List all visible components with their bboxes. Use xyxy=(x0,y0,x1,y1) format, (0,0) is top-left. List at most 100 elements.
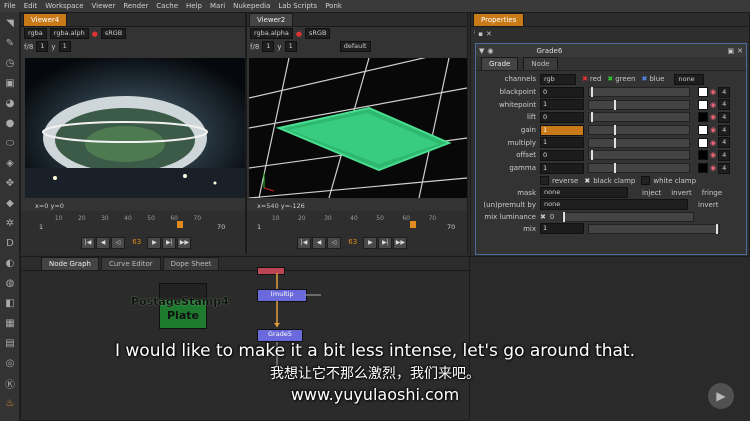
last-frame-icon[interactable]: ▶▶ xyxy=(177,237,192,249)
prev-frame-icon[interactable]: ◀ xyxy=(96,237,110,249)
arrow-icon[interactable]: ◥ xyxy=(3,16,17,30)
channel-count[interactable]: 4 xyxy=(718,124,731,136)
menu-file[interactable]: File xyxy=(0,2,20,10)
frame-field[interactable]: 1 xyxy=(36,41,49,52)
next-frame-icon[interactable]: ▶| xyxy=(378,237,393,249)
param-field[interactable]: 1 xyxy=(540,137,584,149)
particles-icon[interactable]: ✲ xyxy=(3,216,17,230)
time-clock-icon[interactable]: ◷ xyxy=(3,56,17,70)
slider-thumb[interactable] xyxy=(591,112,593,123)
play-back-icon[interactable]: ◁ xyxy=(111,237,125,249)
play-forward-icon[interactable]: ▶ xyxy=(363,237,378,249)
menu-mari[interactable]: Mari xyxy=(206,2,229,10)
merge-icon[interactable]: ◈ xyxy=(3,156,17,170)
frame-field[interactable]: 1 xyxy=(262,41,275,52)
white-clamp-checkbox[interactable] xyxy=(641,176,651,185)
param-field[interactable]: 1 xyxy=(540,162,584,174)
red-check-icon[interactable]: ✖ xyxy=(582,75,588,83)
param-field[interactable]: 0 xyxy=(540,149,584,161)
mix-luminance-slider[interactable] xyxy=(562,211,695,222)
fringe-label[interactable]: fringe xyxy=(702,189,722,197)
playhead-icon[interactable] xyxy=(409,221,416,228)
mix-slider[interactable] xyxy=(588,223,720,234)
color-swatch-icon[interactable] xyxy=(698,99,708,110)
menu-viewer[interactable]: Viewer xyxy=(88,2,120,10)
viewer2-image[interactable] xyxy=(249,58,467,198)
tab-node[interactable]: Node xyxy=(523,57,558,70)
menu-workspace[interactable]: Workspace xyxy=(41,2,87,10)
color-wheel-icon[interactable]: ◉ xyxy=(710,139,716,147)
black-clamp-checkbox[interactable]: ✖ xyxy=(584,177,590,185)
color-wheel-icon[interactable]: ◉ xyxy=(710,113,716,121)
play-overlay-icon[interactable]: ▶ xyxy=(708,383,734,409)
close-icon[interactable]: ✕ xyxy=(737,47,743,55)
first-frame-icon[interactable]: |◀ xyxy=(81,237,95,249)
next-frame-icon[interactable]: ▶| xyxy=(162,237,177,249)
current-frame[interactable]: 63 xyxy=(128,238,145,246)
fstop-label[interactable]: f/8 xyxy=(250,43,259,51)
slider-thumb[interactable] xyxy=(614,137,616,148)
menu-render[interactable]: Render xyxy=(119,2,152,10)
inject-label[interactable]: inject xyxy=(642,189,661,197)
paint-brush-icon[interactable]: ✎ xyxy=(3,36,17,50)
param-slider[interactable] xyxy=(588,125,690,136)
filter-icon[interactable]: ● xyxy=(3,116,17,130)
timeline-ruler[interactable]: 10 20 30 40 50 60 70 xyxy=(51,215,205,229)
param-slider[interactable] xyxy=(588,137,690,148)
last-frame-icon[interactable]: ▶▶ xyxy=(393,237,408,249)
transform-icon[interactable]: ✥ xyxy=(3,176,17,190)
color-wheel-icon[interactable]: ◉ xyxy=(710,164,716,172)
layer-dropdown[interactable]: rgba.alph xyxy=(49,28,89,39)
tab-dope-sheet[interactable]: Dope Sheet xyxy=(162,257,220,270)
slider-thumb[interactable] xyxy=(614,125,616,136)
slider-thumb[interactable] xyxy=(614,99,616,110)
reverse-checkbox[interactable] xyxy=(540,176,549,185)
green-check-icon[interactable]: ✖ xyxy=(607,75,613,83)
multiply-node[interactable]: (multip xyxy=(257,289,307,302)
param-slider[interactable] xyxy=(588,99,690,110)
color-swatch-icon[interactable] xyxy=(698,137,708,148)
color-swatch-icon[interactable] xyxy=(698,87,708,98)
lock-icon[interactable]: ▪ xyxy=(478,30,483,38)
slider-thumb[interactable] xyxy=(591,87,593,98)
color-wheel-icon[interactable]: ◉ xyxy=(710,151,716,159)
alpha-dropdown[interactable]: none xyxy=(674,73,705,85)
3d-icon[interactable]: ◆ xyxy=(3,196,17,210)
channel-count[interactable]: 4 xyxy=(718,111,731,123)
channel-count[interactable]: 4 xyxy=(718,99,731,111)
tab-grade[interactable]: Grade xyxy=(481,57,519,70)
menu-help[interactable]: Help xyxy=(182,2,206,10)
first-frame-icon[interactable]: |◀ xyxy=(297,237,311,249)
channels-dropdown[interactable]: rgb xyxy=(540,73,576,85)
float-icon[interactable]: ▣ xyxy=(728,47,735,55)
param-field[interactable]: 0 xyxy=(540,111,584,123)
other-icon[interactable]: ▦ xyxy=(3,316,17,330)
clear-icon[interactable]: ✕ xyxy=(486,30,492,38)
menu-ponk[interactable]: Ponk xyxy=(321,2,346,10)
fstop-label[interactable]: f/8 xyxy=(24,43,33,51)
color-wheel-icon[interactable]: ◉ xyxy=(710,101,716,109)
prev-frame-icon[interactable]: ◀ xyxy=(312,237,326,249)
color-swatch-icon[interactable] xyxy=(698,112,708,123)
mix-field[interactable]: 1 xyxy=(540,223,584,234)
color-swatch-icon[interactable] xyxy=(698,150,708,161)
color-swatch-icon[interactable] xyxy=(698,125,708,136)
y-field[interactable]: 1 xyxy=(58,41,71,52)
color-swatch-icon[interactable] xyxy=(698,163,708,174)
blue-check-icon[interactable]: ✖ xyxy=(641,75,647,83)
tab-viewer4[interactable]: Viewer4 xyxy=(23,13,68,26)
views-icon[interactable]: ◐ xyxy=(3,256,17,270)
top-node[interactable] xyxy=(257,267,285,275)
param-slider[interactable] xyxy=(588,150,690,161)
channel-count[interactable]: 4 xyxy=(718,137,731,149)
colorspace-dropdown[interactable]: sRGB xyxy=(100,28,127,39)
colorspace-dropdown[interactable]: sRGB xyxy=(305,28,331,39)
menu-edit[interactable]: Edit xyxy=(20,2,42,10)
tab-properties[interactable]: Properties xyxy=(473,13,525,26)
current-frame[interactable]: 63 xyxy=(344,238,361,246)
param-field[interactable]: 1 xyxy=(540,124,584,136)
slider-thumb[interactable] xyxy=(614,163,616,174)
play-back-icon[interactable]: ◁ xyxy=(327,237,341,249)
invert-label[interactable]: invert xyxy=(671,189,691,197)
menu-nukepedia[interactable]: Nukepedia xyxy=(229,2,274,10)
